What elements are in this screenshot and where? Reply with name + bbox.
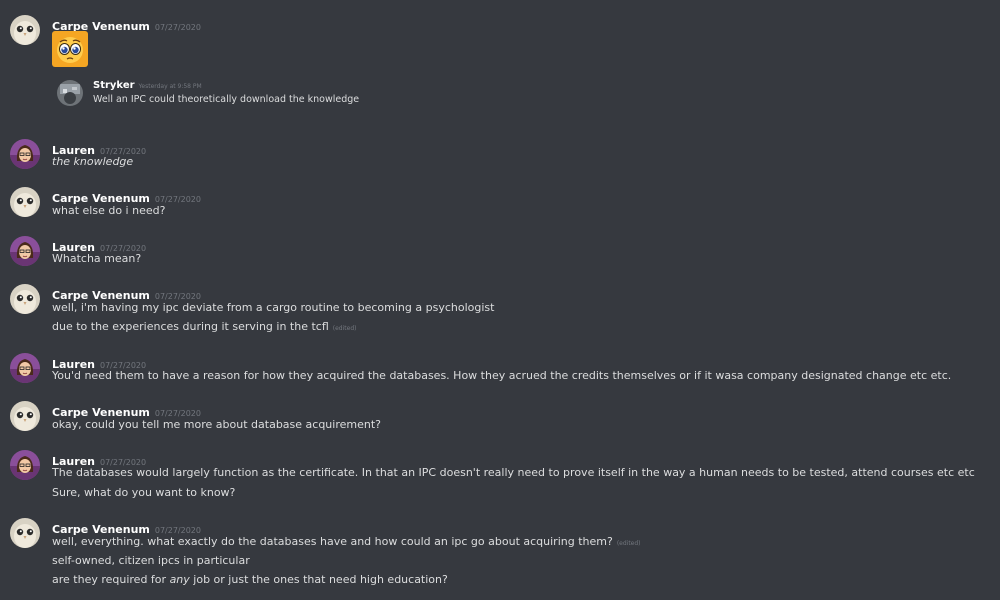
stryker-avatar[interactable] <box>57 80 83 106</box>
message-timestamp: 07/27/2020 <box>154 195 201 204</box>
message-text-italic: any <box>169 573 190 586</box>
message-text: what else do i need? <box>52 204 166 217</box>
lauren-avatar[interactable] <box>10 450 40 480</box>
message-text: are they required for any job or just th… <box>52 573 448 586</box>
message-timestamp: 07/27/2020 <box>154 292 201 301</box>
message-text: The databases would largely function as … <box>52 466 975 479</box>
owl-avatar[interactable] <box>10 187 40 217</box>
embed-timestamp: Yesterday at 9:58 PM <box>138 83 202 90</box>
lauren-avatar[interactable] <box>10 139 40 169</box>
message-text: well, i'm having my ipc deviate from a c… <box>52 301 495 314</box>
message-text-italic: the knowledge <box>52 155 134 168</box>
owl-avatar[interactable] <box>10 401 40 431</box>
owl-avatar[interactable] <box>10 284 40 314</box>
embed-header: Stryker Yesterday at 9:58 PM <box>93 80 202 91</box>
message-timestamp: 07/27/2020 <box>154 526 201 535</box>
message-text-part: are they required for <box>52 573 170 586</box>
message-text: the knowledge <box>52 155 133 168</box>
lauren-avatar[interactable] <box>10 236 40 266</box>
owl-avatar[interactable] <box>10 518 40 548</box>
message-text: self-owned, citizen ipcs in particular <box>52 554 250 567</box>
message-text: okay, could you tell me more about datab… <box>52 418 381 431</box>
embed-author-name[interactable]: Stryker <box>93 80 135 91</box>
message-text: Sure, what do you want to know? <box>52 486 236 499</box>
message-text: due to the experiences during it serving… <box>52 320 356 333</box>
embed-message-text: Well an IPC could theoretically download… <box>93 94 360 105</box>
message-text: You'd need them to have a reason for how… <box>52 369 952 382</box>
lauren-avatar[interactable] <box>10 353 40 383</box>
message-text-content: well, everything. what exactly do the da… <box>52 535 613 548</box>
message-timestamp: 07/27/2020 <box>154 23 201 32</box>
message-timestamp: 07/27/2020 <box>154 409 201 418</box>
pleading-face-emoji[interactable] <box>52 31 88 67</box>
message-text-content: due to the experiences during it serving… <box>52 320 329 333</box>
message-text-part: job or just the ones that need high educ… <box>189 573 448 586</box>
edited-tag: (edited) <box>616 540 641 547</box>
owl-avatar[interactable] <box>10 15 40 45</box>
message-text: well, everything. what exactly do the da… <box>52 535 641 548</box>
chat-messages: Carpe Venenum 07/27/2020 Stryker Yesterd… <box>0 0 1000 600</box>
edited-tag: (edited) <box>332 325 357 332</box>
message-text: Whatcha mean? <box>52 252 142 265</box>
